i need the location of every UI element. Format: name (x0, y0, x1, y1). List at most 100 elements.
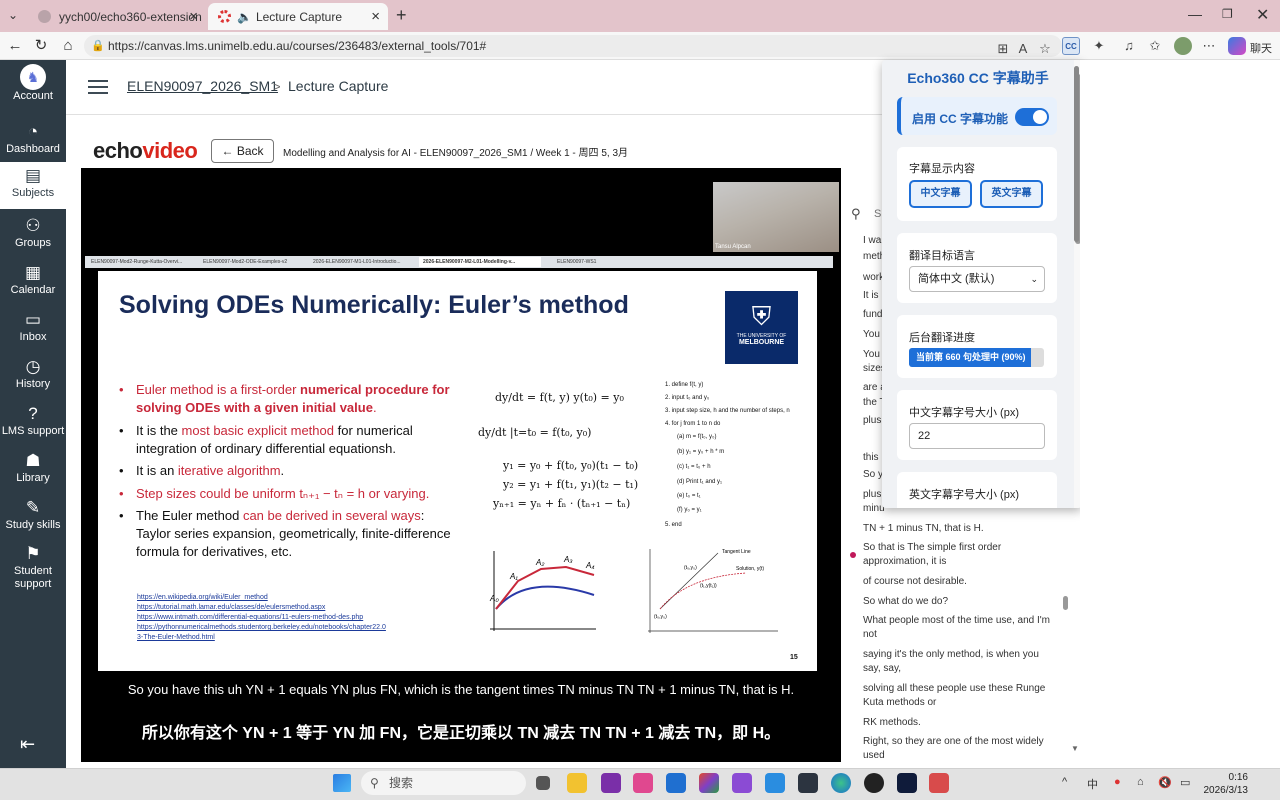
english-subtitle-button[interactable]: 英文字幕 (980, 180, 1043, 208)
home-icon[interactable]: ⌂ (57, 36, 79, 56)
transcript-search-input[interactable]: S (874, 208, 881, 220)
video-title: Modelling and Analysis for AI - ELEN9009… (283, 148, 628, 159)
close-tab-icon[interactable]: × (371, 8, 380, 25)
transcript-line[interactable]: solving all these people use these Runge… (863, 682, 1053, 710)
close-window-icon[interactable]: ✕ (1256, 5, 1269, 25)
student-support-sign-icon: ⚑ (25, 544, 41, 563)
reference-link[interactable]: 3-The-Euler-Method.html (137, 634, 215, 641)
office-icon[interactable] (699, 773, 719, 793)
url-field[interactable]: 🔒 https://canvas.lms.unimelb.edu.au/cour… (84, 35, 1062, 57)
nav-calendar[interactable]: ▦ Calendar (0, 259, 66, 306)
figure-label: (t₀,y₀) (654, 614, 667, 620)
onenote-icon[interactable] (601, 773, 621, 793)
chat-label[interactable]: 聊天 (1250, 40, 1272, 56)
visual-studio-icon[interactable] (732, 773, 752, 793)
minimize-icon[interactable]: — (1188, 6, 1202, 22)
copilot-icon[interactable] (1228, 37, 1246, 55)
nav-account[interactable]: ♞ Account (0, 64, 66, 111)
transcript-line[interactable]: So that is The simple first order approx… (863, 541, 1053, 569)
app-grid-icon[interactable]: ⊞ (994, 40, 1012, 58)
nav-student-support[interactable]: ⚑ Student support (0, 540, 66, 596)
favorite-star-icon[interactable]: ☆ (1036, 40, 1054, 58)
photoshop-icon[interactable] (897, 773, 917, 793)
hamburger-menu-icon[interactable] (88, 80, 108, 94)
video-player[interactable]: Tansu Alpcan ELEN90097-Mod2-Runge-Kutta-… (81, 168, 841, 762)
network-icon[interactable]: ⌂ (1137, 776, 1144, 788)
transcript-line[interactable]: RK methods. (863, 716, 1053, 730)
algorithm-line: (f) y₀ = y₁ (677, 507, 702, 513)
slide-tab: ELEN90097-Mod2-ODE-Examples-v2 (203, 259, 288, 265)
more-menu-icon[interactable]: ⋯ (1200, 37, 1218, 55)
transcript-scrollbar[interactable] (1063, 596, 1068, 610)
nav-dashboard[interactable]: ◔ Dashboard (0, 118, 66, 165)
nav-lms-support[interactable]: ? LMS support (0, 400, 66, 447)
volume-muted-icon[interactable]: 🔇 (1158, 776, 1172, 789)
tab-actions-chevron-icon[interactable]: ⌄ (8, 8, 18, 22)
page-scroll-down-icon[interactable]: ▼ (1071, 744, 1079, 753)
transcript-line[interactable]: What people most of the time use, and I'… (863, 614, 1053, 642)
enable-cc-toggle[interactable] (1015, 108, 1049, 126)
extensions-puzzle-icon[interactable]: ✦ (1090, 37, 1108, 55)
back-button[interactable]: ← Back (211, 139, 274, 163)
avatar-icon[interactable] (1174, 37, 1192, 55)
reference-link[interactable]: https://pythonnumericalmethods.studentor… (137, 624, 386, 631)
tray-overflow-chevron-icon[interactable]: ^ (1062, 776, 1067, 788)
reference-link[interactable]: https://en.wikipedia.org/wiki/Euler_meth… (137, 594, 268, 601)
nav-subjects[interactable]: ▤ Subjects (0, 162, 66, 209)
transcript-line[interactable]: Right, so they are one of the most widel… (863, 735, 1053, 763)
app-dark-icon[interactable] (798, 773, 818, 793)
restore-icon[interactable]: ❐ (1222, 7, 1233, 21)
breadcrumb-course-link[interactable]: ELEN90097_2026_SM1 (127, 78, 278, 94)
point-label: A₂ (535, 558, 544, 567)
app-red-icon[interactable] (929, 773, 949, 793)
outlook-icon[interactable] (666, 773, 686, 793)
app-tray-icon[interactable]: ● (1114, 776, 1121, 788)
transcript-line[interactable]: of course not desirable. (863, 575, 1053, 589)
zh-font-size-input[interactable]: 22 (909, 423, 1045, 449)
system-clock[interactable]: 0:16 2026/3/13 (1202, 771, 1249, 797)
back-arrow-icon[interactable]: ← (4, 36, 26, 56)
nav-groups[interactable]: ⚇ Groups (0, 212, 66, 259)
file-explorer-icon[interactable] (567, 773, 587, 793)
url-text: https://canvas.lms.unimelb.edu.au/course… (108, 39, 487, 53)
qq-icon[interactable] (864, 773, 884, 793)
slide-bullet: • It is the most basic explicit method f… (119, 423, 413, 456)
collections-icon[interactable]: ✩ (1146, 37, 1164, 55)
app-pink-icon[interactable] (633, 773, 653, 793)
reference-link[interactable]: https://www.intmath.com/differential-equ… (137, 614, 363, 621)
nav-library[interactable]: ☗ Library (0, 447, 66, 494)
target-language-card: 翻译目标语言 简体中文 (默认) ⌄ (897, 233, 1057, 303)
nav-inbox[interactable]: ▭ Inbox (0, 306, 66, 353)
close-tab-icon[interactable]: × (189, 8, 198, 25)
chinese-subtitle-button[interactable]: 中文字幕 (909, 180, 972, 208)
ime-indicator[interactable]: 中 (1087, 776, 1098, 792)
search-icon[interactable]: ⚲ (851, 206, 861, 222)
reading-mode-icon[interactable]: ♫ (1120, 37, 1138, 55)
target-language-select[interactable]: 简体中文 (默认) ⌄ (909, 266, 1045, 292)
edge-browser-icon[interactable] (831, 773, 851, 793)
transcript-line[interactable]: TN + 1 minus TN, that is H. (863, 522, 1053, 536)
translate-icon[interactable]: A (1014, 40, 1032, 58)
browser-tab-lecture-capture[interactable]: 🔈 Lecture Capture × (208, 3, 388, 30)
speaker-icon[interactable]: 🔈 (237, 10, 252, 24)
task-view-icon[interactable] (536, 776, 550, 790)
vscode-icon[interactable] (765, 773, 785, 793)
browser-tab-github[interactable]: yych00/echo360-extension × (28, 3, 206, 30)
transcript-line[interactable]: saying it's the only method, is when you… (863, 648, 1053, 676)
taskbar-search-box[interactable]: ⚲ 搜索 (361, 771, 526, 795)
nav-history[interactable]: ◷ History (0, 353, 66, 400)
nav-label: Student support (14, 565, 52, 590)
transcript-line[interactable]: So what do we do? (863, 595, 1053, 609)
collapse-nav-icon[interactable]: ⇤ (20, 734, 35, 755)
new-tab-icon[interactable]: + (396, 5, 407, 26)
reload-icon[interactable]: ↻ (30, 36, 52, 56)
page-scrollbar-thumb[interactable] (1074, 66, 1079, 242)
tangent-line-figure: Tangent Line (t₀,y₀) (t₁,y(t₁)) Solution… (648, 549, 778, 633)
nav-study-skills[interactable]: ✎ Study skills (0, 494, 66, 541)
battery-icon[interactable]: ▭ (1180, 776, 1190, 789)
reference-link[interactable]: https://tutorial.math.lamar.edu/classes/… (137, 604, 325, 611)
point-label: A₄ (585, 561, 595, 570)
windows-start-icon[interactable] (333, 774, 351, 792)
cc-extension-icon[interactable]: CC (1062, 37, 1080, 55)
slide-bullet: • It is an iterative algorithm. (119, 463, 285, 478)
